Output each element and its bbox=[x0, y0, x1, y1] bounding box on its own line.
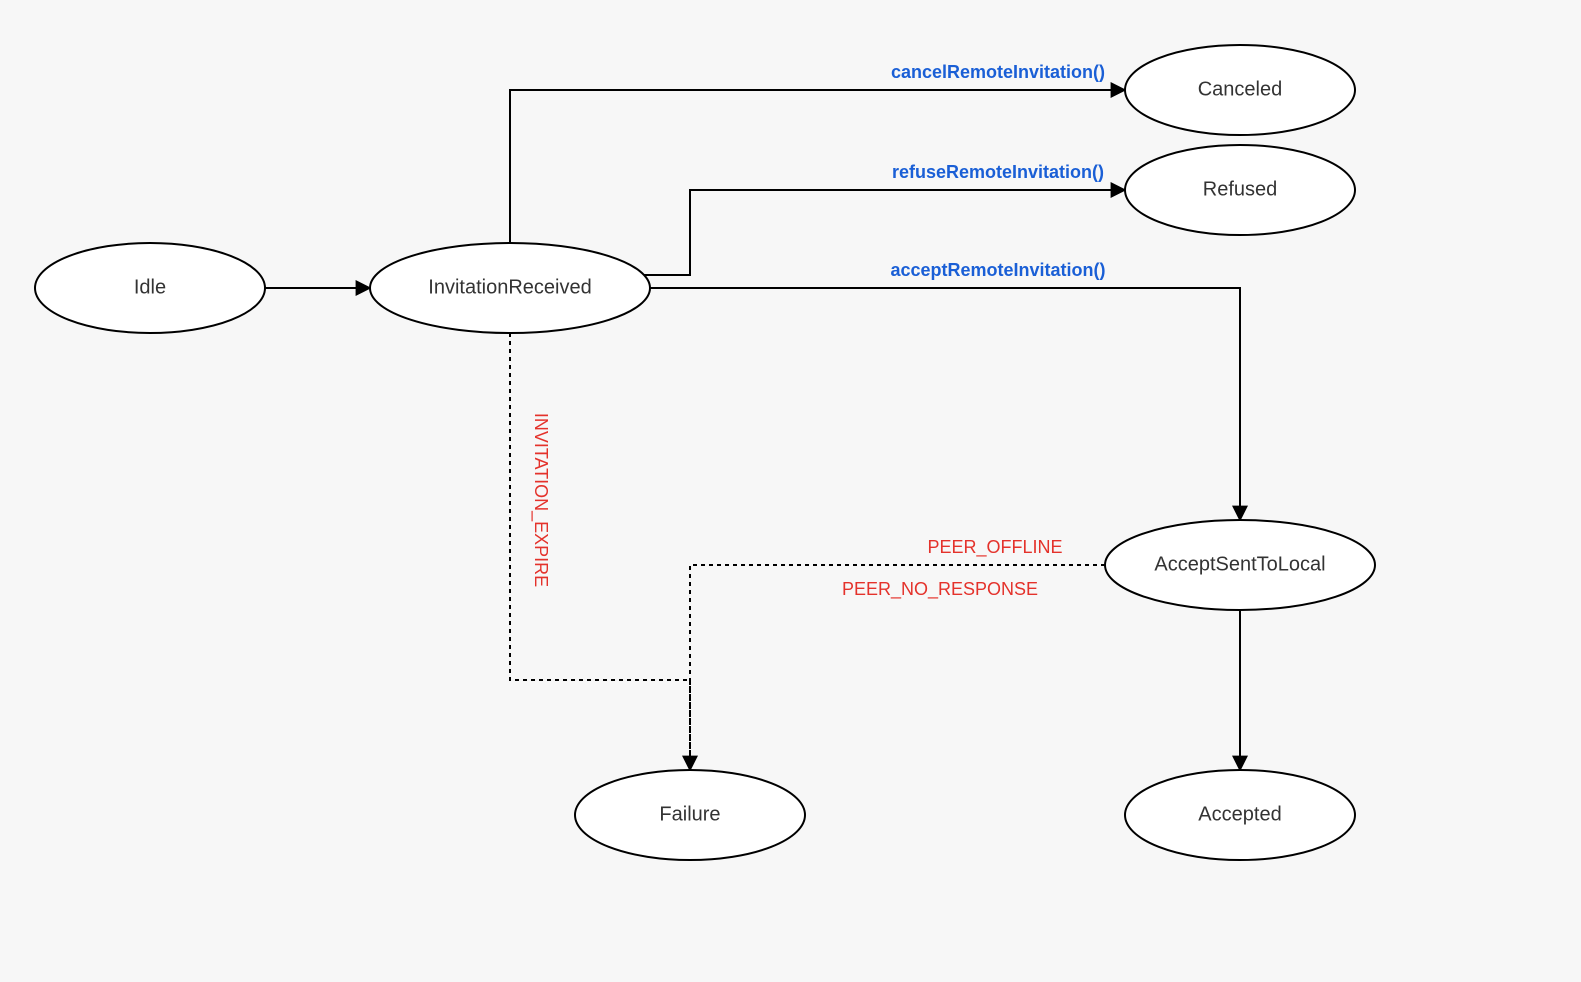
node-invitation-received: InvitationReceived bbox=[370, 243, 650, 333]
label-peer-no-response: PEER_NO_RESPONSE bbox=[842, 579, 1038, 600]
node-idle: Idle bbox=[35, 243, 265, 333]
label-accept: acceptRemoteInvitation() bbox=[890, 260, 1105, 280]
label-invitation-expire: INVITATION_EXPIRE bbox=[530, 413, 551, 587]
svg-text:InvitationReceived: InvitationReceived bbox=[428, 276, 591, 298]
svg-text:Failure: Failure bbox=[659, 803, 720, 825]
state-diagram: cancelRemoteInvitation() refuseRemoteInv… bbox=[0, 0, 1581, 982]
label-cancel: cancelRemoteInvitation() bbox=[891, 62, 1105, 82]
svg-text:Accepted: Accepted bbox=[1198, 803, 1281, 825]
svg-text:Idle: Idle bbox=[134, 276, 166, 298]
node-canceled: Canceled bbox=[1125, 45, 1355, 135]
node-accepted: Accepted bbox=[1125, 770, 1355, 860]
label-peer-offline: PEER_OFFLINE bbox=[927, 537, 1062, 558]
node-refused: Refused bbox=[1125, 145, 1355, 235]
svg-text:Refused: Refused bbox=[1203, 178, 1278, 200]
node-failure: Failure bbox=[575, 770, 805, 860]
edge-invitation-to-acceptsent bbox=[650, 288, 1240, 520]
node-acceptsenttolocal: AcceptSentToLocal bbox=[1105, 520, 1375, 610]
label-refuse: refuseRemoteInvitation() bbox=[892, 162, 1104, 182]
svg-text:AcceptSentToLocal: AcceptSentToLocal bbox=[1154, 553, 1325, 575]
svg-text:Canceled: Canceled bbox=[1198, 78, 1283, 100]
